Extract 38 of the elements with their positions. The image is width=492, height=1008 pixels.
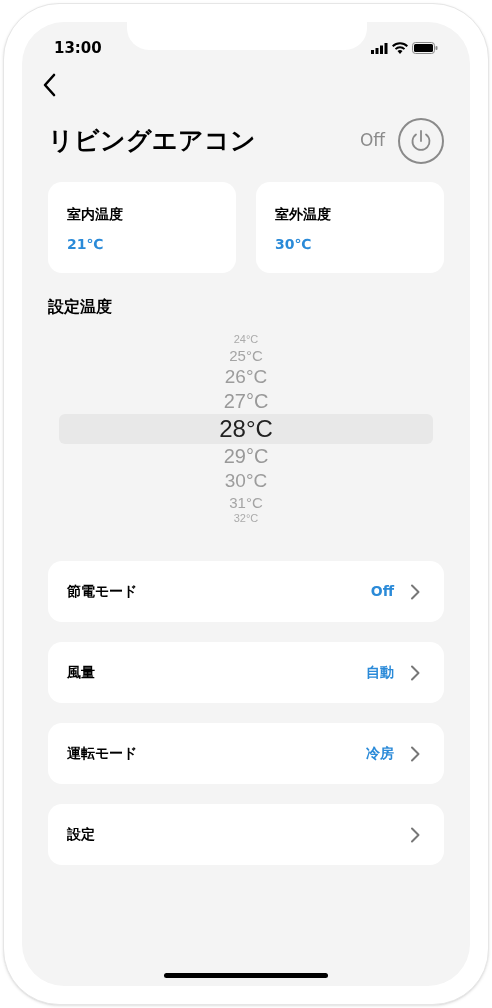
picker-option[interactable]: 29°C [223, 444, 269, 469]
row-label: 風量 [67, 663, 95, 682]
chevron-right-icon [410, 826, 420, 843]
temperature-value: 21℃ [67, 235, 105, 254]
picker-option[interactable]: 27°C [223, 389, 269, 414]
picker-option[interactable]: 32°C [233, 512, 259, 525]
battery-icon [412, 42, 438, 54]
settings-row[interactable]: 風量 自動 [48, 642, 444, 703]
status-time: 13:00 [54, 37, 102, 59]
picker-option[interactable]: 26°C [224, 365, 268, 389]
row-label: 設定 [67, 825, 95, 844]
picker-option[interactable]: 24°C [233, 333, 259, 346]
row-label: 節電モード [67, 582, 137, 601]
row-value: 自動 [366, 663, 394, 682]
card-label: 室内温度 [67, 205, 124, 224]
power-status: Off [359, 129, 385, 153]
power-button[interactable] [398, 118, 444, 164]
row-value: Off [370, 582, 394, 601]
page-title: リビングエアコン [48, 125, 256, 158]
picker-option[interactable]: 31°C [229, 493, 263, 512]
picker-option[interactable]: 30°C [224, 469, 268, 493]
power-icon [409, 129, 433, 153]
back-icon [42, 73, 56, 97]
wifi-icon [392, 42, 408, 54]
picker-option[interactable]: 28°C [219, 414, 273, 444]
settings-row[interactable]: 運転モード 冷房 [48, 723, 444, 784]
section-title: 設定温度 [48, 297, 112, 316]
settings-row[interactable]: 節電モード Off [48, 561, 444, 622]
signal-icon [371, 42, 388, 54]
chevron-right-icon [410, 664, 420, 681]
row-value: 冷房 [366, 744, 394, 763]
card-label: 室外温度 [275, 205, 332, 224]
chevron-right-icon [410, 583, 420, 600]
chevron-right-icon [410, 745, 420, 762]
settings-row[interactable]: 設定 [48, 804, 444, 865]
row-label: 運転モード [67, 744, 137, 763]
temperature-value: 30℃ [275, 235, 313, 254]
picker-option[interactable]: 25°C [229, 346, 263, 365]
